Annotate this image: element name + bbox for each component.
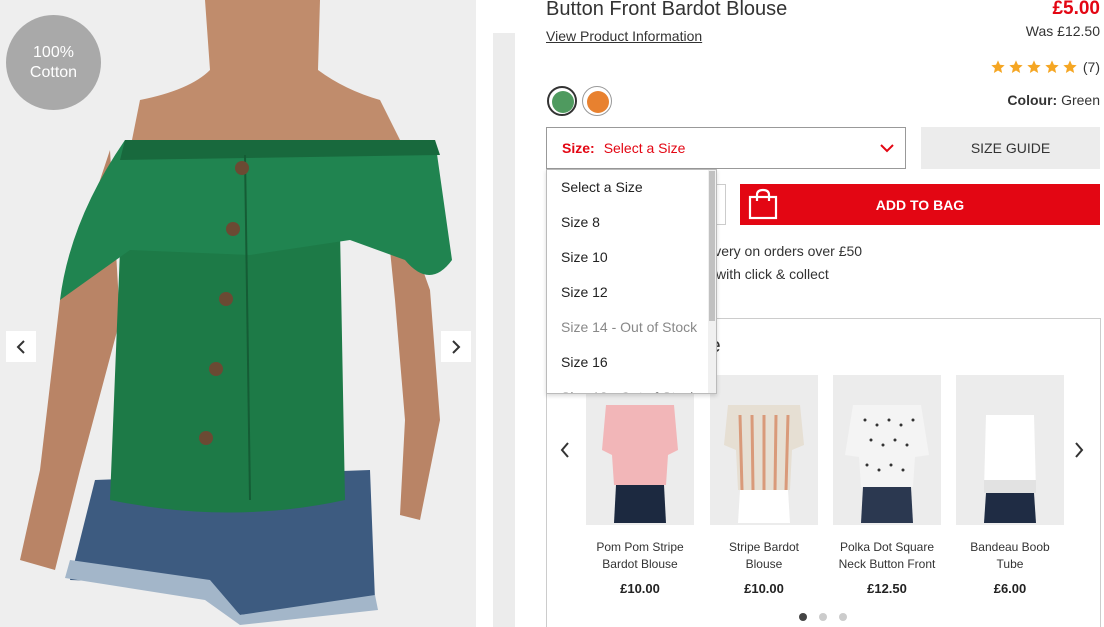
carousel-pagination[interactable]: [799, 613, 847, 621]
product-rating[interactable]: (7): [990, 59, 1100, 75]
recommendation-card[interactable]: Stripe Bardot Blouse £10.00: [710, 375, 818, 596]
product-title: Button Front Bardot Blouse: [546, 0, 788, 20]
fabric-badge: 100% Cotton: [6, 15, 101, 110]
recommendation-card[interactable]: Bandeau Boob Tube £6.00: [956, 375, 1064, 596]
size-option[interactable]: Size 10: [547, 240, 716, 275]
recommendation-name: Stripe Bardot Blouse: [728, 540, 800, 571]
gallery-next-button[interactable]: [441, 331, 471, 362]
swatch-fill: [552, 91, 574, 113]
scrollbar-thumb[interactable]: [709, 171, 715, 321]
recommendation-name: Polka Dot Square Neck Button Front: [838, 540, 936, 571]
size-select[interactable]: Size: Select a Size: [546, 127, 906, 169]
size-option[interactable]: Size 14 - Out of Stock: [547, 310, 716, 345]
star-icon: [1009, 60, 1023, 73]
chevron-right-icon: [1075, 442, 1084, 458]
view-product-information-link[interactable]: View Product Information: [546, 28, 702, 44]
add-to-bag-button[interactable]: ADD TO BAG: [740, 184, 1100, 225]
size-select-label: Size:: [562, 140, 595, 156]
chevron-right-icon: [452, 339, 461, 354]
product-gallery: 100% Cotton: [0, 0, 476, 627]
recommendation-price: £10.00: [744, 581, 784, 596]
was-price: Was £12.50: [1025, 23, 1100, 39]
product-thumbnail: [833, 375, 941, 525]
recommendation-card[interactable]: Polka Dot Square Neck Button Front £12.5…: [833, 375, 941, 596]
badge-line-2: Cotton: [29, 63, 78, 81]
size-guide-button[interactable]: SIZE GUIDE: [921, 127, 1100, 169]
dropdown-scrollbar[interactable]: [708, 170, 716, 393]
recommendation-price: £10.00: [620, 581, 660, 596]
size-option[interactable]: Size 16: [547, 345, 716, 380]
product-thumbnail: [710, 375, 818, 525]
chevron-down-icon: [880, 144, 894, 153]
recommendation-card[interactable]: Pom Pom Stripe Bardot Blouse £10.00: [586, 375, 694, 596]
product-thumbnail: [586, 375, 694, 525]
carousel-prev-button[interactable]: [559, 441, 571, 464]
carousel-next-button[interactable]: [1073, 441, 1085, 464]
size-option[interactable]: Size 12: [547, 275, 716, 310]
colour-swatch-orange[interactable]: [582, 86, 612, 116]
review-count: (7): [1082, 59, 1100, 75]
chevron-left-icon: [16, 339, 25, 354]
rating-stars: [990, 59, 1078, 75]
colour-label-value: Green: [1061, 92, 1100, 108]
add-to-bag-label: ADD TO BAG: [875, 196, 965, 213]
pagination-dot[interactable]: [839, 613, 847, 621]
star-icon: [991, 60, 1005, 73]
colour-label-key: Colour:: [1007, 92, 1058, 108]
size-option[interactable]: Size 8: [547, 205, 716, 240]
recommendation-name: Pom Pom Stripe Bardot Blouse: [596, 540, 684, 571]
size-option[interactable]: Select a Size: [547, 170, 716, 205]
gallery-prev-button[interactable]: [6, 331, 36, 362]
size-dropdown-list[interactable]: Select a Size Size 8 Size 10 Size 12 Siz…: [546, 169, 717, 394]
star-icon: [1027, 60, 1041, 73]
colour-label: Colour: Green: [1007, 92, 1100, 108]
swatch-fill: [587, 91, 609, 113]
recommendation-name: Bandeau Boob Tube: [970, 540, 1050, 571]
pagination-dot[interactable]: [819, 613, 827, 621]
product-thumbnail: [956, 375, 1064, 525]
product-price: £5.00: [1052, 0, 1100, 19]
pagination-dot[interactable]: [799, 613, 807, 621]
size-select-value: Select a Size: [603, 140, 686, 156]
star-icon: [1063, 60, 1077, 73]
recommendation-price: £6.00: [993, 581, 1027, 596]
badge-line-1: 100%: [33, 43, 74, 61]
colour-swatch-green[interactable]: [547, 86, 577, 116]
size-option[interactable]: Size 18 - Out of Stock: [547, 380, 716, 393]
chevron-left-icon: [560, 442, 569, 458]
shopping-bag-icon: [748, 188, 778, 220]
star-icon: [1045, 60, 1059, 73]
gallery-thumbnail-strip[interactable]: [493, 33, 515, 627]
recommendation-price: £12.50: [867, 581, 907, 596]
